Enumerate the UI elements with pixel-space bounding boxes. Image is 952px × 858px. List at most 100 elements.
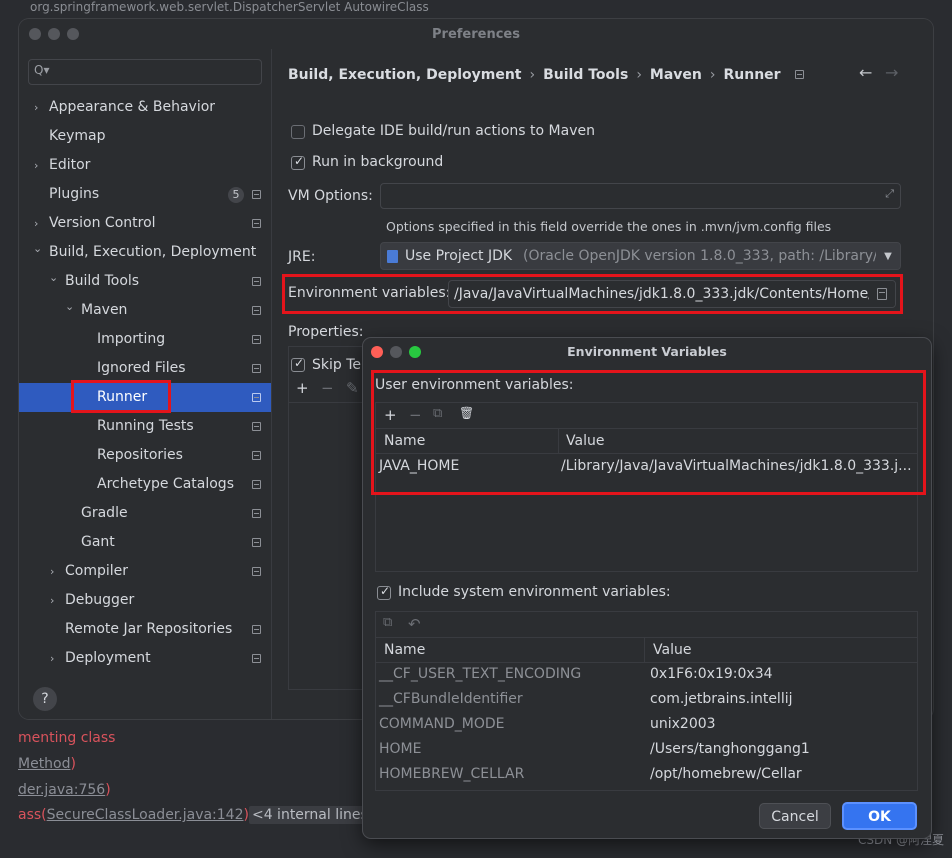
edit-property-button[interactable]: ✎: [346, 379, 359, 397]
skip-tests-label: Skip Te: [312, 357, 362, 373]
breadcrumb-item[interactable]: Build Tools: [543, 67, 628, 83]
table-row[interactable]: HOME /Users/tanghonggang1: [376, 739, 917, 764]
variable-name-cell[interactable]: HOMEBREW_CELLAR: [379, 766, 524, 782]
background-code-line: der.java:756): [18, 782, 111, 798]
sidebar-item-label: Deployment: [65, 650, 151, 666]
project-settings-icon: [795, 70, 805, 79]
sidebar-item-maven[interactable]: ⌄ Maven: [19, 296, 271, 325]
chevron-right-icon[interactable]: ›: [34, 151, 38, 180]
sidebar-item-gant[interactable]: Gant: [19, 528, 271, 557]
browse-button[interactable]: [869, 281, 895, 307]
variable-name-cell[interactable]: __CFBundleIdentifier: [379, 691, 523, 707]
sidebar-item-label: Build Tools: [65, 273, 140, 289]
chevron-down-icon[interactable]: ⌄: [49, 263, 58, 292]
background-code-text: ass(: [18, 807, 47, 823]
include-system-vars-checkbox[interactable]: [377, 584, 391, 604]
settings-search-input[interactable]: Q▾: [28, 59, 262, 85]
sidebar-item-label: Repositories: [97, 447, 183, 463]
sidebar-item-debugger[interactable]: › Debugger: [19, 586, 271, 615]
variable-name-cell[interactable]: __CF_USER_TEXT_ENCODING: [379, 666, 581, 682]
chevron-down-icon[interactable]: ⌄: [33, 234, 42, 263]
include-system-vars-label: Include system environment variables:: [398, 584, 671, 600]
vm-options-input[interactable]: ⤢: [380, 183, 901, 209]
sidebar-item-compiler[interactable]: › Compiler: [19, 557, 271, 586]
sidebar-item-label: Editor: [49, 157, 91, 173]
add-property-button[interactable]: +: [296, 379, 309, 397]
project-settings-icon: [252, 480, 261, 489]
project-settings-icon: [252, 509, 261, 518]
breadcrumb-item[interactable]: Maven: [650, 67, 702, 83]
table-row[interactable]: HOMEBREW_CELLAR /opt/homebrew/Cellar: [376, 764, 917, 789]
dialog-title: Environment Variables: [567, 344, 727, 359]
project-settings-icon: [252, 567, 261, 576]
remove-property-button[interactable]: −: [321, 379, 334, 397]
forward-arrow-icon[interactable]: →: [885, 63, 898, 82]
sidebar-item-archetype-catalogs[interactable]: Archetype Catalogs: [19, 470, 271, 499]
ok-button[interactable]: OK: [842, 802, 917, 830]
delegate-checkbox[interactable]: [291, 125, 305, 143]
sidebar-item-label: Compiler: [65, 563, 129, 579]
sidebar-item-version-control[interactable]: › Version Control: [19, 209, 271, 238]
variable-name-cell[interactable]: COMMAND_MODE: [379, 716, 505, 732]
expand-icon[interactable]: ⤢: [885, 187, 894, 201]
chevron-right-icon[interactable]: ›: [50, 557, 54, 586]
sidebar-item-appearance-behavior[interactable]: › Appearance & Behavior: [19, 93, 271, 122]
checkbox-box[interactable]: [291, 125, 305, 139]
background-code-line: Method): [18, 756, 76, 772]
breadcrumb-item[interactable]: Build, Execution, Deployment: [288, 67, 522, 83]
run-in-background-checkbox[interactable]: [291, 154, 305, 174]
table-row[interactable]: __CF_USER_TEXT_ENCODING 0x1F6:0x19:0x34: [376, 664, 917, 689]
variable-value-cell[interactable]: /Users/tanghonggang1: [650, 741, 810, 757]
breadcrumb: Build, Execution, Deployment › Build Tools…: [288, 67, 805, 83]
sidebar-item-build-tools[interactable]: ⌄ Build Tools: [19, 267, 271, 296]
project-settings-icon: [252, 625, 261, 634]
sidebar-item-editor[interactable]: › Editor: [19, 151, 271, 180]
sidebar-item-ignored-files[interactable]: Ignored Files: [19, 354, 271, 383]
jdk-folder-icon: [387, 250, 398, 263]
column-header-value[interactable]: Value: [653, 642, 691, 658]
sidebar-item-label: Debugger: [65, 592, 135, 608]
back-arrow-icon[interactable]: ←: [859, 63, 872, 82]
sidebar-item-remote-jar-repositories[interactable]: Remote Jar Repositories: [19, 615, 271, 644]
table-row[interactable]: __CFBundleIdentifier com.jetbrains.intel…: [376, 689, 917, 714]
chevron-right-icon[interactable]: ›: [34, 93, 38, 122]
project-settings-icon: [252, 335, 261, 344]
help-button[interactable]: ?: [33, 687, 57, 711]
variable-value-cell[interactable]: com.jetbrains.intellij: [650, 691, 793, 707]
breadcrumb-item: Runner: [723, 67, 781, 83]
chevron-right-icon[interactable]: ›: [50, 644, 54, 673]
skip-tests-checkbox[interactable]: [291, 356, 305, 376]
vm-options-hint: Options specified in this field override…: [386, 219, 832, 234]
sidebar-item-gradle[interactable]: Gradle: [19, 499, 271, 528]
background-code-link[interactable]: Method: [18, 756, 71, 772]
env-variables-label: Environment variables:: [288, 285, 451, 301]
system-env-table: ⧉ ↶ Name Value __CF_USER_TEXT_ENCODING 0…: [375, 611, 918, 791]
background-code-link[interactable]: SecureClassLoader.java:142: [47, 807, 244, 823]
project-settings-icon: [252, 219, 261, 228]
sidebar-item-repositories[interactable]: Repositories: [19, 441, 271, 470]
sidebar-item-running-tests[interactable]: Running Tests: [19, 412, 271, 441]
sidebar-item-plugins[interactable]: Plugins 5: [19, 180, 271, 209]
env-variables-input[interactable]: /Java/JavaVirtualMachines/jdk1.8.0_333.j…: [448, 280, 896, 308]
undo-icon[interactable]: ↶: [408, 615, 421, 633]
checkbox-box[interactable]: [377, 584, 391, 600]
cancel-button[interactable]: Cancel: [759, 803, 831, 829]
background-code-link[interactable]: der.java:756: [18, 782, 105, 798]
system-env-toolbar: ⧉ ↶: [376, 612, 917, 638]
sidebar-item-keymap[interactable]: Keymap: [19, 122, 271, 151]
variable-name-cell[interactable]: HOME: [379, 741, 421, 757]
chevron-down-icon[interactable]: ⌄: [65, 292, 74, 321]
column-header-name[interactable]: Name: [384, 642, 425, 658]
chevron-down-icon[interactable]: ▼: [876, 243, 900, 269]
variable-value-cell[interactable]: 0x1F6:0x19:0x34: [650, 666, 773, 682]
variable-value-cell[interactable]: unix2003: [650, 716, 716, 732]
chevron-right-icon[interactable]: ›: [50, 586, 54, 615]
variable-value-cell[interactable]: /opt/homebrew/Cellar: [650, 766, 802, 782]
copy-variable-button[interactable]: ⧉: [383, 615, 392, 630]
table-row[interactable]: COMMAND_MODE unix2003: [376, 714, 917, 739]
jre-select[interactable]: Use Project JDK (Oracle OpenJDK version …: [380, 242, 901, 270]
checkbox-box[interactable]: [291, 356, 305, 372]
checkbox-box[interactable]: [291, 154, 305, 170]
sidebar-item-importing[interactable]: Importing: [19, 325, 271, 354]
sidebar-item-deployment[interactable]: › Deployment: [19, 644, 271, 673]
